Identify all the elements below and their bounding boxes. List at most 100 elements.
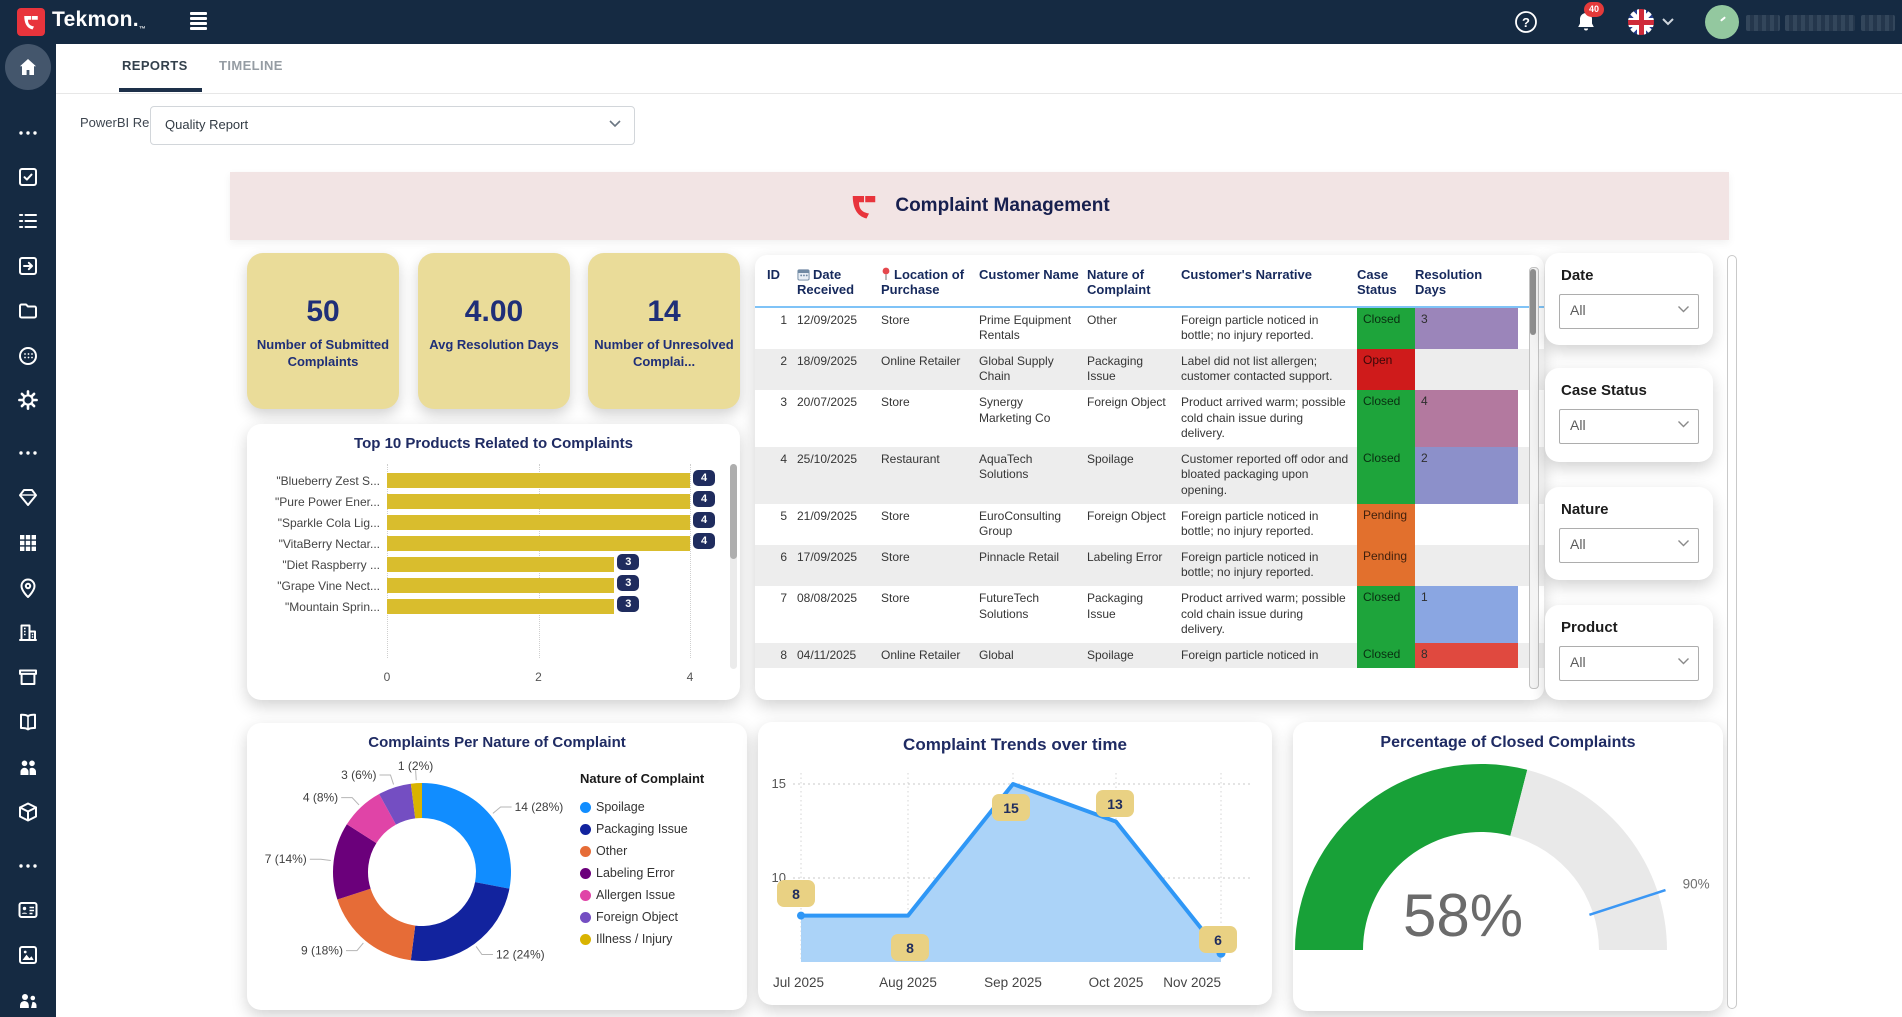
list-icon xyxy=(16,209,40,233)
kpi-card[interactable]: 50Number of Submitted Complaints xyxy=(247,253,399,409)
kpi-card[interactable]: 14Number of Unresolved Complai... xyxy=(588,253,740,409)
help-icon[interactable]: ? xyxy=(1512,8,1540,36)
filter-select-product[interactable]: All xyxy=(1559,646,1699,681)
bar[interactable] xyxy=(387,536,690,551)
sidebar-item-team[interactable] xyxy=(16,988,40,1012)
bar-chart-card: Top 10 Products Related to Complaints 02… xyxy=(247,424,740,700)
cell-narr: Foreign particle noticed in bottle; no i… xyxy=(1181,545,1357,586)
donut-slice-spoilage[interactable] xyxy=(422,783,511,889)
bar-track: 4 xyxy=(387,473,726,488)
line-chart[interactable]: 10158815136Jul 2025Aug 2025Sep 2025Oct 2… xyxy=(758,765,1272,1005)
report-page-scrollbar[interactable] xyxy=(1727,255,1737,1009)
legend-item-spoilage[interactable]: Spoilage xyxy=(580,796,704,818)
table-row[interactable]: 112/09/2025StorePrime Equipment RentalsO… xyxy=(755,308,1544,349)
sidebar-item-location[interactable] xyxy=(16,576,40,600)
cell-narr: Label did not list allergen; customer co… xyxy=(1181,349,1357,390)
gauge-chart[interactable]: 90%58% xyxy=(1293,761,1723,1011)
active-tab-underline xyxy=(119,88,202,92)
report-select[interactable]: Quality Report xyxy=(150,106,635,145)
sphere-icon xyxy=(16,344,40,368)
sidebar-item-more-top[interactable] xyxy=(16,121,40,145)
legend-item-allergen-issue[interactable]: Allergen Issue xyxy=(580,884,704,906)
bar[interactable] xyxy=(387,557,614,572)
bar-axis-tick: 0 xyxy=(377,670,397,684)
cell-status: Open xyxy=(1357,349,1415,390)
kpi-card[interactable]: 4.00Avg Resolution Days xyxy=(418,253,570,409)
cell-narr: Product arrived warm; possible cold chai… xyxy=(1181,586,1357,643)
tab-reports[interactable]: REPORTS xyxy=(122,58,188,73)
avatar[interactable] xyxy=(1705,5,1739,39)
table-row[interactable]: 218/09/2025Online RetailerGlobal Supply … xyxy=(755,349,1544,390)
calendar-icon xyxy=(797,268,810,281)
legend-label: Labeling Error xyxy=(596,866,675,880)
line-chart-title: Complaint Trends over time xyxy=(758,722,1272,755)
filter-card-nature: NatureAll xyxy=(1545,487,1713,580)
filter-select-case-status[interactable]: All xyxy=(1559,409,1699,444)
bar[interactable] xyxy=(387,494,690,509)
tekmon-logo-icon[interactable] xyxy=(17,8,45,36)
table-row[interactable]: 425/10/2025RestaurantAquaTech SolutionsS… xyxy=(755,447,1544,504)
legend-item-labeling-error[interactable]: Labeling Error xyxy=(580,862,704,884)
sidebar-item-archive[interactable] xyxy=(16,665,40,689)
data-point[interactable] xyxy=(797,912,805,920)
table-row[interactable]: 320/07/2025StoreSynergy Marketing CoFore… xyxy=(755,390,1544,447)
donut-slice-packaging-issue[interactable] xyxy=(411,882,510,961)
sidebar-item-sign-in[interactable] xyxy=(16,254,40,278)
sidebar-item-gem[interactable] xyxy=(16,485,40,509)
donut-slice-other[interactable] xyxy=(337,889,415,961)
cell-loc: Store xyxy=(881,504,979,545)
language-chevron-down-icon[interactable] xyxy=(1661,17,1675,27)
legend-item-foreign-object[interactable]: Foreign Object xyxy=(580,906,704,928)
table-row[interactable]: 804/11/2025Online RetailerGlobalSpoilage… xyxy=(755,643,1544,669)
bar[interactable] xyxy=(387,473,690,488)
bar-axis-tick: 4 xyxy=(680,670,700,684)
cell-resolution-days xyxy=(1415,349,1518,390)
username-redacted[interactable] xyxy=(1746,15,1780,31)
donut-chart-card: Complaints Per Nature of Complaint 14 (2… xyxy=(247,723,747,1010)
filter-select-nature[interactable]: All xyxy=(1559,528,1699,563)
sidebar-item-folder[interactable] xyxy=(16,299,40,323)
sidebar-item-apps-grid[interactable] xyxy=(16,531,40,555)
table-row[interactable]: 708/08/2025StoreFutureTech SolutionsPack… xyxy=(755,586,1544,643)
legend-label: Allergen Issue xyxy=(596,888,675,902)
table-row[interactable]: 617/09/2025StorePinnacle RetailLabeling … xyxy=(755,545,1544,586)
sidebar-item-more-bottom[interactable] xyxy=(16,854,40,878)
tab-timeline[interactable]: TIMELINE xyxy=(219,58,283,73)
bar-chart-scrollbar-thumb[interactable] xyxy=(730,464,737,559)
bar[interactable] xyxy=(387,599,614,614)
sidebar-item-more-middle[interactable] xyxy=(16,441,40,465)
sidebar-item-home[interactable] xyxy=(5,44,51,90)
menu-hamburger-icon[interactable] xyxy=(190,12,207,32)
cell-resolution-days: 2 xyxy=(1415,447,1518,504)
legend-item-packaging-issue[interactable]: Packaging Issue xyxy=(580,818,704,840)
table-row[interactable]: 521/09/2025StoreEuroConsulting GroupFore… xyxy=(755,504,1544,545)
sidebar-item-sphere[interactable] xyxy=(16,344,40,368)
bar-chart-scrollbar[interactable] xyxy=(730,464,737,669)
sidebar-item-id-card[interactable] xyxy=(16,898,40,922)
sidebar-item-people[interactable] xyxy=(16,755,40,779)
uk-flag-icon[interactable] xyxy=(1628,9,1654,35)
cell-cust: Synergy Marketing Co xyxy=(979,390,1087,447)
building-icon xyxy=(16,620,40,644)
sidebar-item-building[interactable] xyxy=(16,620,40,644)
bar[interactable] xyxy=(387,578,614,593)
cell-status: Closed xyxy=(1357,390,1415,447)
table-scrollbar[interactable] xyxy=(1529,267,1539,689)
table-scrollbar-thumb[interactable] xyxy=(1530,269,1536,335)
cell-cust: EuroConsulting Group xyxy=(979,504,1087,545)
bar[interactable] xyxy=(387,515,690,530)
line-data-label: 6 xyxy=(1214,932,1222,948)
bell-icon[interactable]: 40 xyxy=(1572,8,1600,36)
sidebar-item-settings[interactable] xyxy=(16,388,40,412)
legend-item-other[interactable]: Other xyxy=(580,840,704,862)
filter-select-date[interactable]: All xyxy=(1559,294,1699,329)
sidebar-item-book[interactable] xyxy=(16,710,40,734)
cell-loc: Store xyxy=(881,545,979,586)
gauge-target-label: 90% xyxy=(1683,876,1710,891)
sidebar-item-photo[interactable] xyxy=(16,943,40,967)
sidebar-item-package[interactable] xyxy=(16,800,40,824)
sidebar-item-tasks[interactable] xyxy=(16,165,40,189)
table-header: IDDate ReceivedLocation of PurchaseCusto… xyxy=(755,255,1544,306)
sidebar-item-list[interactable] xyxy=(16,209,40,233)
legend-item-illness-injury[interactable]: Illness / Injury xyxy=(580,928,704,950)
